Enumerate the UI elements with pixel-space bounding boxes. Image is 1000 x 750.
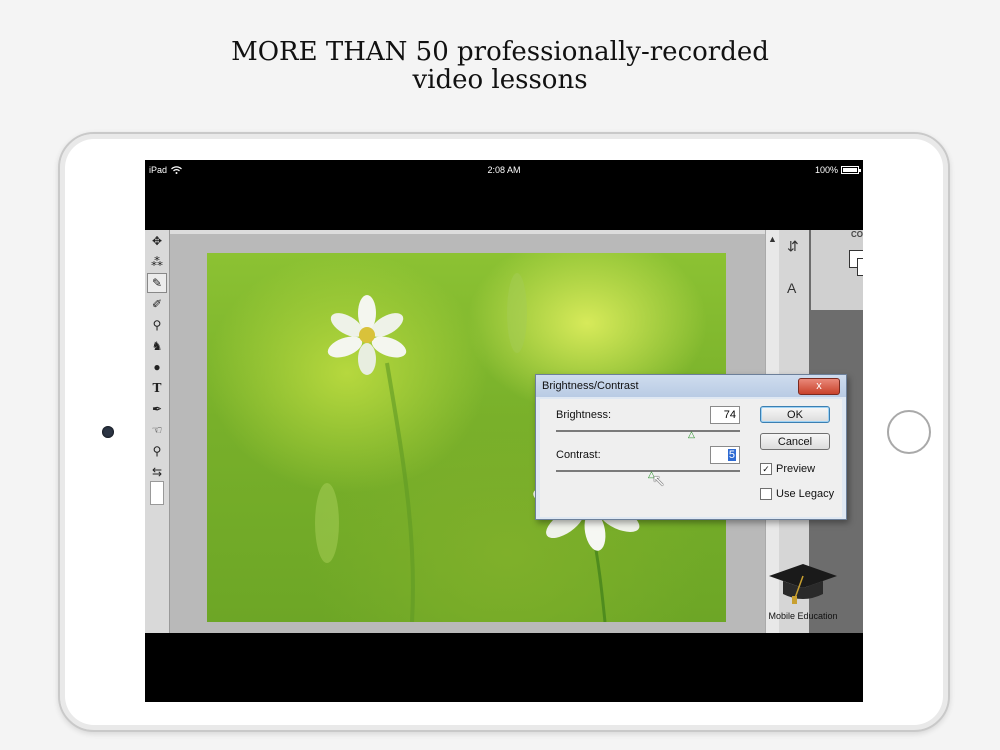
color-panel-title: COLOR <box>851 230 863 239</box>
brightness-contrast-dialog: Brightness/Contrast x Brightness: 74 △ C… <box>535 374 847 520</box>
canvas-ruler <box>170 230 765 234</box>
swap-colors-icon[interactable]: ⇆ <box>147 462 167 482</box>
use-legacy-checkbox[interactable]: Use Legacy <box>760 488 834 500</box>
brightness-slider[interactable] <box>556 430 740 432</box>
dialog-title: Brightness/Contrast <box>542 380 639 392</box>
photoshop-workspace: ✥ ⁂ ✎ ✐ ⚲ ♞ ● T ✒ ☜ ⚲ ⇆ ▲ ⇵ A CO Mobile … <box>145 230 863 633</box>
preview-label: Preview <box>776 463 816 475</box>
close-button[interactable]: x <box>798 378 840 395</box>
status-bar: iPad 2:08 AM 100% <box>145 160 863 180</box>
headline-line-1: MORE THAN 50 professionally-recorded <box>231 37 769 67</box>
brush-icon[interactable]: ✐ <box>147 294 167 314</box>
zoom-icon[interactable]: ⚲ <box>147 441 167 461</box>
use-legacy-label: Use Legacy <box>776 488 835 500</box>
eyedropper-icon[interactable]: ✎ <box>147 273 167 293</box>
magic-wand-icon[interactable]: ⁂ <box>147 252 167 272</box>
headline-line-2: video lessons <box>412 65 588 95</box>
status-time: 2:08 AM <box>487 165 521 175</box>
pen-icon[interactable]: ✒ <box>147 399 167 419</box>
home-button[interactable] <box>887 410 931 454</box>
preview-check-icon: ✓ <box>760 463 772 475</box>
dialog-titlebar[interactable]: Brightness/Contrast x <box>536 375 846 397</box>
clone-stamp-icon[interactable]: ⚲ <box>147 315 167 335</box>
mouse-cursor-icon: ↖ <box>652 473 666 490</box>
paint-bucket-icon[interactable]: ♞ <box>147 336 167 356</box>
battery-icon <box>841 166 861 174</box>
foreground-swatch[interactable] <box>147 481 167 505</box>
contrast-label: Contrast: <box>556 449 601 461</box>
hand-icon[interactable]: ☜ <box>147 420 167 440</box>
brightness-input[interactable]: 74 <box>710 406 740 424</box>
preview-checkbox[interactable]: ✓ Preview <box>760 463 815 475</box>
history-icon[interactable]: ⇵ <box>787 238 799 255</box>
cancel-button[interactable]: Cancel <box>760 433 830 450</box>
contrast-input[interactable]: 5 <box>710 446 740 464</box>
graduation-cap-icon <box>769 564 837 604</box>
color-panel: COLOR R G B <box>811 230 863 310</box>
background-color-swatch[interactable] <box>857 258 863 276</box>
dialog-body: Brightness: 74 △ Contrast: 5 △ ↖ OK Canc… <box>540 399 842 517</box>
use-legacy-box <box>760 488 772 500</box>
battery-percent: 100% <box>814 165 838 175</box>
brightness-slider-thumb[interactable]: △ <box>688 429 695 440</box>
dodge-icon[interactable]: ● <box>147 357 167 377</box>
contrast-value: 5 <box>727 449 736 461</box>
move-icon[interactable]: ✥ <box>147 231 167 251</box>
front-camera <box>102 426 114 438</box>
character-icon[interactable]: A <box>787 280 796 296</box>
ipad-screen: iPad 2:08 AM 100% ✥ ⁂ ✎ ✐ ⚲ ♞ ● T ✒ ☜ ⚲ … <box>145 160 863 702</box>
headline: MORE THAN 50 professionally-recorded vid… <box>0 38 1000 94</box>
brightness-label: Brightness: <box>556 409 612 421</box>
type-icon[interactable]: T <box>147 378 167 398</box>
tools-panel: ✥ ⁂ ✎ ✐ ⚲ ♞ ● T ✒ ☜ ⚲ ⇆ <box>145 230 170 633</box>
mobile-education-logo: Mobile Education <box>765 560 841 621</box>
scroll-up-icon[interactable]: ▲ <box>768 234 777 244</box>
ok-button[interactable]: OK <box>760 406 830 423</box>
logo-text: Mobile Education <box>768 611 838 621</box>
